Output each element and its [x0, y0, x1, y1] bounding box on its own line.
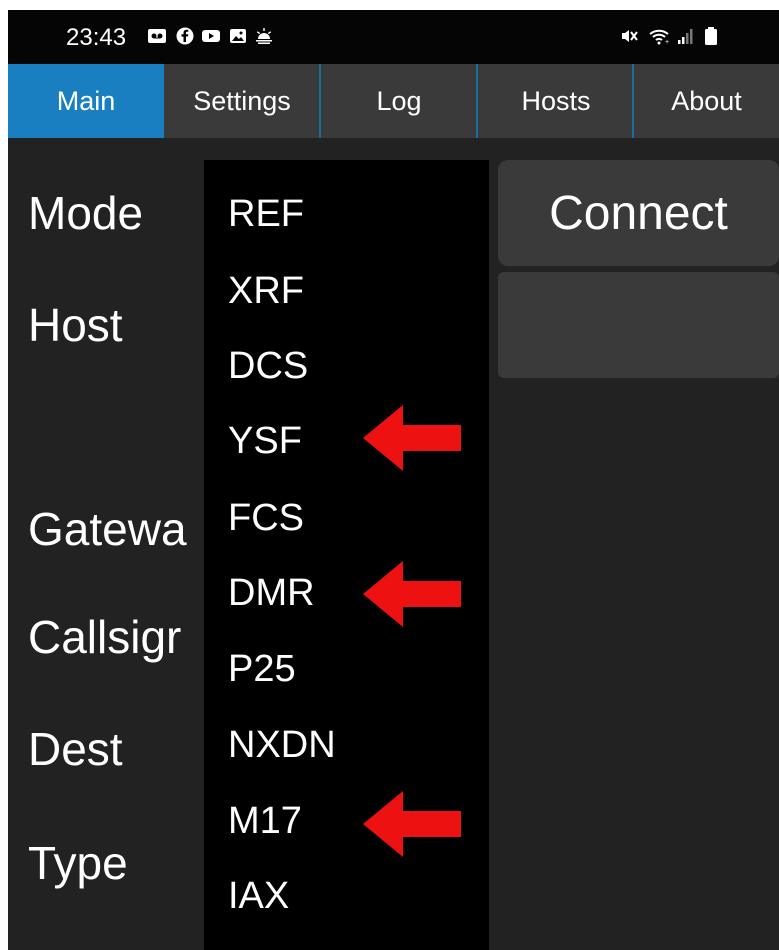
tab-hosts[interactable]: Hosts — [478, 64, 634, 138]
mode-option-dmr[interactable]: DMR — [228, 574, 315, 612]
red-arrow-icon — [363, 561, 461, 627]
mode-option-fcs[interactable]: FCS — [228, 499, 304, 537]
red-arrow-icon — [363, 405, 461, 471]
signal-icon — [678, 29, 693, 44]
youtube-icon — [202, 30, 220, 42]
red-arrow-icon — [363, 791, 461, 857]
voicemail-icon — [148, 29, 166, 43]
tab-settings[interactable]: Settings — [164, 64, 320, 138]
tab-log[interactable]: Log — [321, 64, 477, 138]
battery-icon — [705, 27, 717, 45]
tab-about[interactable]: About — [634, 64, 779, 138]
connect-button[interactable]: Connect — [498, 160, 779, 266]
weather-icon — [256, 28, 272, 44]
mode-option-dcs[interactable]: DCS — [228, 347, 308, 385]
mode-option-iax[interactable]: IAX — [228, 877, 289, 915]
svg-text:+: + — [665, 39, 669, 45]
clock: 23:43 — [66, 24, 127, 51]
callsign-label: Callsigr — [28, 611, 182, 663]
mode-label: Mode — [28, 187, 144, 239]
dest-label: Dest — [28, 723, 123, 775]
tab-main[interactable]: Main — [8, 64, 164, 138]
gateway-label: Gatewa — [28, 503, 187, 555]
mode-option-ref[interactable]: REF — [228, 195, 304, 233]
status-bar: 23:43 + — [8, 10, 779, 64]
wifi-icon: + — [649, 29, 669, 45]
host-label: Host — [28, 299, 123, 351]
facebook-icon — [176, 27, 194, 45]
gallery-icon — [230, 29, 246, 43]
phone-screen: 23:43 + Main Settings Log Hosts About Mo… — [8, 10, 779, 950]
mode-option-nxdn[interactable]: NXDN — [228, 726, 336, 764]
mute-icon — [622, 30, 638, 42]
mode-option-p25[interactable]: P25 — [228, 650, 296, 688]
type-label: Type — [28, 837, 128, 889]
host-field[interactable] — [498, 272, 779, 378]
mode-option-ysf[interactable]: YSF — [228, 422, 302, 460]
mode-option-m17[interactable]: M17 — [228, 802, 302, 840]
tab-bar: Main Settings Log Hosts About — [8, 64, 779, 138]
mode-option-xrf[interactable]: XRF — [228, 272, 304, 310]
